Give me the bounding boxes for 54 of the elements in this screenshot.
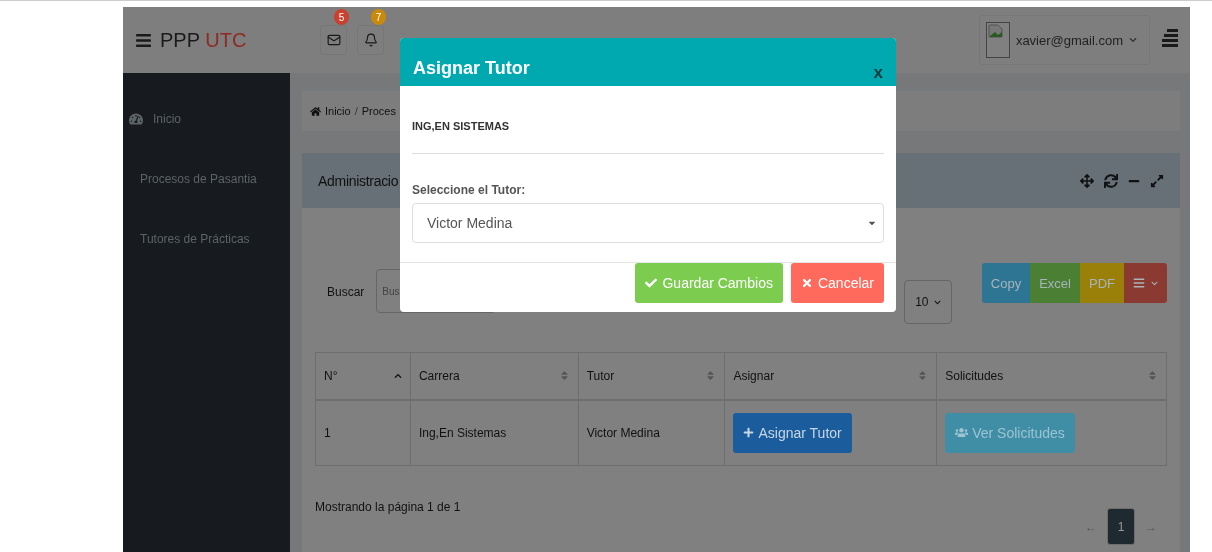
table-cell: Victor Medina (578, 399, 725, 466)
column-header[interactable]: Tutor (578, 352, 725, 400)
brand-title: PPP UTC (160, 28, 248, 52)
panel-title: Administracio (318, 172, 399, 189)
caret-icon (933, 298, 941, 306)
count-badge: 7 (371, 9, 386, 25)
search-label: Buscar (327, 285, 365, 299)
table-cell: 1 (315, 399, 411, 466)
breadcrumb-link[interactable]: Proces (361, 105, 396, 117)
close-icon (800, 277, 813, 289)
page-size-select[interactable]: 10 (903, 280, 952, 324)
caret-icon (1151, 279, 1158, 287)
export-button[interactable]: Excel (1030, 263, 1080, 303)
check-icon (645, 277, 658, 289)
menu-icon[interactable] (135, 31, 152, 49)
column-header[interactable]: N° (315, 352, 411, 400)
sidebar-item[interactable]: Inicio (123, 89, 290, 149)
career-heading: ING,EN SISTEMAS (412, 120, 511, 132)
list-icon (1133, 277, 1145, 289)
count-badge: 5 (334, 9, 349, 25)
sort-ascending-icon[interactable] (393, 371, 402, 380)
modal-title: Asignar Tutor (413, 58, 530, 79)
column-header[interactable]: Asignar (724, 352, 937, 400)
users-icon (955, 426, 969, 440)
move-icon[interactable] (1080, 173, 1094, 188)
bell-icon (363, 33, 378, 47)
field-label: Seleccione el Tutor: (412, 183, 527, 197)
more-button[interactable] (1124, 263, 1167, 303)
page-button[interactable]: 1 (1107, 508, 1135, 545)
user-menu[interactable]: xavier@gmail.com (978, 15, 1150, 65)
notification-button[interactable] (357, 25, 384, 55)
refresh-icon[interactable] (1104, 173, 1118, 188)
cancel-button[interactable]: Cancelar (790, 263, 884, 303)
expand-icon[interactable] (1150, 173, 1164, 188)
sidebar-item[interactable]: Tutores de Prácticas (123, 209, 290, 269)
home-icon (310, 105, 321, 117)
assign-tutor-button[interactable]: Asignar Tutor (733, 412, 852, 453)
dashboard-icon (129, 112, 143, 126)
export-button[interactable]: Copy (981, 263, 1031, 303)
table-cell: Ing,En Sistemas (410, 399, 579, 466)
notification-button[interactable] (320, 25, 347, 55)
close-button[interactable]: x (873, 63, 883, 83)
broken-image-icon (985, 22, 1010, 58)
tutor-select[interactable]: Victor Medina (412, 203, 884, 243)
mail-icon (326, 33, 341, 47)
plus-icon (743, 427, 755, 439)
column-header[interactable]: Solicitudes (936, 352, 1167, 400)
breadcrumb-separator: / (354, 105, 358, 117)
breadcrumb-link[interactable]: Inicio (325, 105, 351, 117)
column-header[interactable]: Carrera (410, 352, 579, 400)
caret-icon (1129, 36, 1137, 44)
stacked-bars-icon[interactable] (1162, 28, 1178, 48)
page-info: Mostrando la página 1 de 1 (315, 500, 461, 516)
sidebar-item[interactable]: Procesos de Pasantia (123, 149, 290, 209)
